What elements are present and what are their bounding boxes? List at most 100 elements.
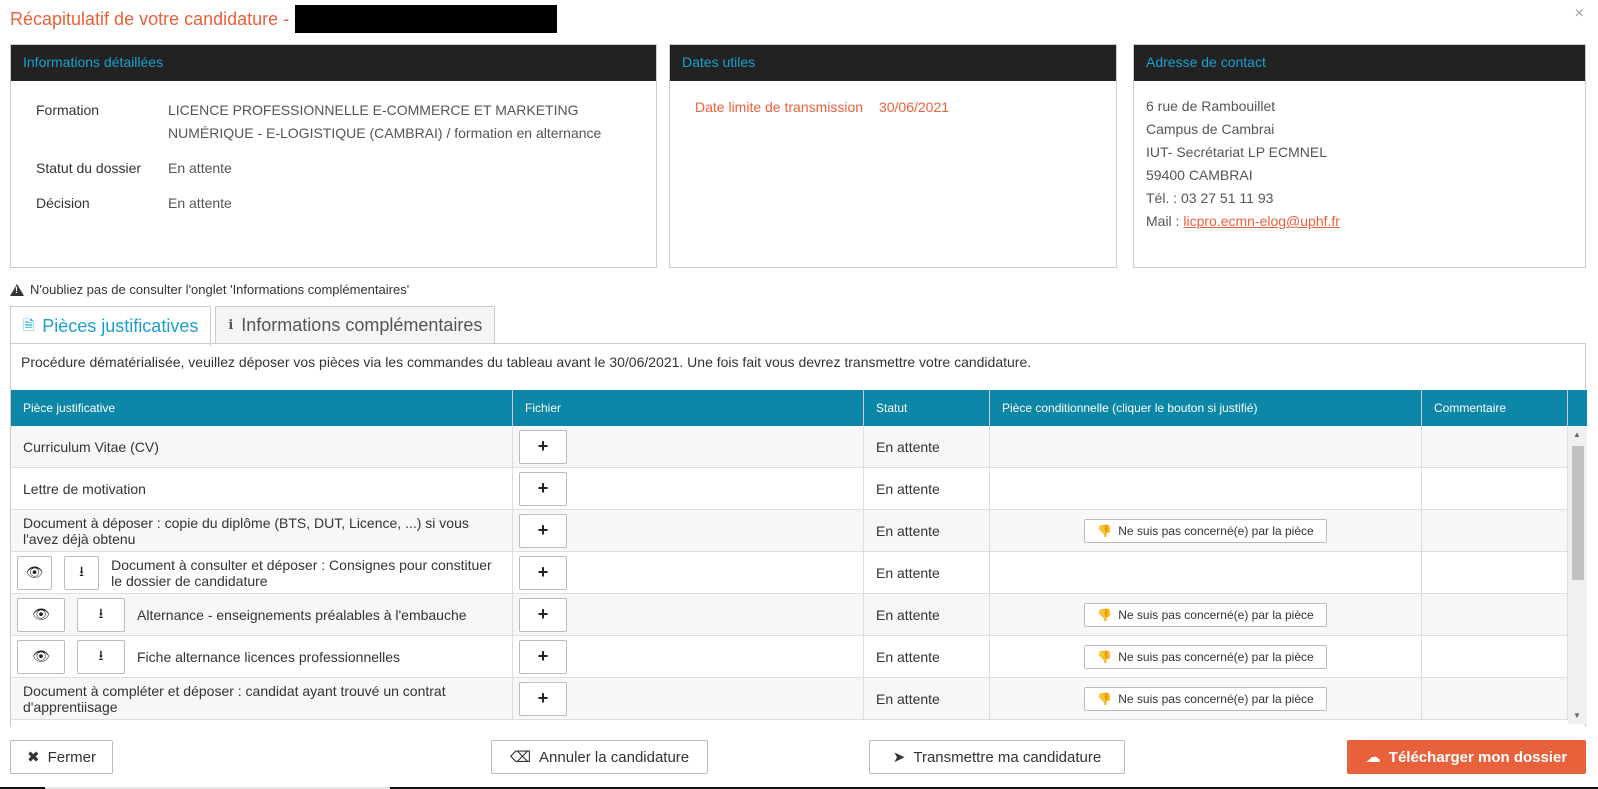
dates-panel-heading: Dates utiles: [670, 45, 1116, 81]
cloud-download-icon: ☁: [1365, 749, 1381, 766]
download-icon: ⭳: [98, 646, 104, 663]
page-title-text: Récapitulatif de votre candidature -: [10, 8, 290, 29]
eye-icon: 👁: [32, 648, 50, 664]
comment-cell: [1422, 636, 1568, 677]
info-value: LICENCE PROFESSIONNELLE E-COMMERCE ET MA…: [168, 102, 602, 141]
download-dossier-button[interactable]: ☁ Télécharger mon dossier: [1347, 740, 1586, 774]
address-line: Tél. : 03 27 51 11 93: [1146, 190, 1274, 206]
not-concerned-label: Ne suis pas concerné(e) par la pièce: [1118, 523, 1314, 538]
contact-panel-heading: Adresse de contact: [1134, 45, 1585, 81]
download-icon: ⭳: [98, 604, 104, 621]
close-button-label: Fermer: [47, 748, 96, 766]
add-file-button[interactable]: +: [519, 429, 567, 464]
table-row: 👁 ⭳ Alternance - enseignements préalable…: [11, 594, 1587, 636]
doc-label: Alternance - enseignements préalables à …: [137, 606, 467, 623]
info-value: En attente: [168, 195, 232, 211]
conditional-cell: [990, 552, 1422, 593]
not-concerned-label: Ne suis pas concerné(e) par la pièce: [1118, 649, 1314, 664]
column-header: Statut: [864, 390, 990, 426]
doc-status: En attente: [864, 426, 990, 467]
cancel-button-label: Annuler la candidature: [539, 748, 690, 766]
info-row-formation: Formation LICENCE PROFESSIONNELLE E-COMM…: [36, 99, 656, 145]
column-header: Pièce justificative: [11, 390, 513, 426]
submit-application-button[interactable]: ➤ Transmettre ma candidature: [869, 740, 1125, 774]
view-button[interactable]: 👁: [17, 639, 65, 674]
doc-label: Fiche alternance licences professionnell…: [137, 648, 401, 665]
contact-panel: Adresse de contact 6 rue de Rambouillet …: [1133, 44, 1586, 268]
deadline-label: Date limite de transmission: [695, 99, 864, 115]
not-concerned-button[interactable]: 👎 Ne suis pas concerné(e) par la pièce: [1084, 518, 1327, 543]
mail-link[interactable]: licpro.ecmn-elog@uphf.fr: [1183, 213, 1340, 229]
scroll-gutter: [1568, 390, 1587, 426]
doc-status: En attente: [864, 510, 990, 551]
address-line: IUT- Secrétariat LP ECMNEL: [1146, 144, 1328, 160]
tab-label: Informations complémentaires: [241, 315, 483, 335]
doc-status: En attente: [864, 468, 990, 509]
info-value: En attente: [168, 160, 232, 176]
column-header: Pièce conditionnelle (cliquer le bouton …: [990, 390, 1422, 426]
info-row-status: Statut du dossier En attente: [36, 157, 656, 180]
download-button[interactable]: ⭳: [64, 555, 100, 590]
add-file-button[interactable]: +: [519, 597, 567, 632]
column-header: Fichier: [513, 390, 864, 426]
add-file-button[interactable]: +: [519, 681, 567, 716]
warning-icon: [10, 283, 24, 296]
thumbs-down-icon: 👎: [1097, 523, 1113, 538]
download-button[interactable]: ⭳: [77, 639, 125, 674]
add-file-button[interactable]: +: [519, 471, 567, 506]
column-header: Commentaire: [1422, 390, 1568, 426]
mail-label: Mail :: [1146, 213, 1180, 229]
not-concerned-label: Ne suis pas concerné(e) par la pièce: [1118, 607, 1314, 622]
tab-pieces-justificatives[interactable]: 🗎 Pièces justificatives: [10, 306, 212, 346]
deadline-row: Date limite de transmission 30/06/2021: [695, 99, 1116, 115]
not-concerned-button[interactable]: 👎 Ne suis pas concerné(e) par la pièce: [1084, 644, 1327, 669]
doc-label: Curriculum Vitae (CV): [11, 426, 513, 467]
not-concerned-button[interactable]: 👎 Ne suis pas concerné(e) par la pièce: [1084, 686, 1327, 711]
scroll-thumb[interactable]: [1572, 446, 1584, 580]
table-body: Curriculum Vitae (CV) + En attente Lettr…: [11, 426, 1587, 720]
add-file-button[interactable]: +: [519, 639, 567, 674]
doc-status: En attente: [864, 594, 990, 635]
download-button[interactable]: ⭳: [77, 597, 125, 632]
tab-content-pieces: Procédure dématérialisée, veuillez dépos…: [10, 343, 1587, 727]
conditional-cell: [990, 426, 1422, 467]
details-panel-heading: Informations détaillées: [11, 45, 656, 81]
address-line: 59400 CAMBRAI: [1146, 167, 1253, 183]
add-file-button[interactable]: +: [519, 555, 567, 590]
thumbs-down-icon: 👎: [1097, 691, 1113, 706]
table-row: 👁 ⭳ Fiche alternance licences profession…: [11, 636, 1587, 678]
tab-informations-complementaires[interactable]: i Informations complémentaires: [215, 306, 496, 344]
doc-label: Document à compléter et déposer : candid…: [23, 682, 446, 715]
deadline-value: 30/06/2021: [878, 99, 950, 115]
add-file-button[interactable]: +: [519, 513, 567, 548]
contact-address: 6 rue de Rambouillet Campus de Cambrai I…: [1146, 95, 1585, 233]
details-panel: Informations détaillées Formation LICENC…: [10, 44, 657, 268]
close-button[interactable]: ✖ Fermer: [10, 740, 113, 774]
cancel-application-button[interactable]: ⌫ Annuler la candidature: [491, 740, 708, 774]
comment-cell: [1422, 426, 1568, 467]
dates-panel: Dates utiles Date limite de transmission…: [669, 44, 1117, 268]
documents-table: Pièce justificative Fichier Statut Pièce…: [11, 390, 1587, 724]
mail-line: Mail : licpro.ecmn-elog@uphf.fr: [1146, 210, 1585, 233]
thumbs-down-icon: 👎: [1097, 607, 1113, 622]
close-icon[interactable]: ×: [1575, 5, 1584, 23]
view-button[interactable]: 👁: [17, 597, 65, 632]
doc-status: En attente: [864, 552, 990, 593]
doc-status: En attente: [864, 678, 990, 719]
info-row-decision: Décision En attente: [36, 192, 656, 215]
scroll-down-icon[interactable]: ▼: [1573, 711, 1581, 720]
address-line: 6 rue de Rambouillet: [1146, 98, 1276, 114]
close-icon: ✖: [27, 749, 40, 766]
not-concerned-button[interactable]: 👎 Ne suis pas concerné(e) par la pièce: [1084, 602, 1327, 627]
eye-icon: 👁: [32, 606, 50, 622]
doc-label: Document à déposer : copie du diplôme (B…: [23, 514, 469, 547]
doc-label: Lettre de motivation: [11, 468, 513, 509]
notice-text: N'oubliez pas de consulter l'onglet 'Inf…: [30, 282, 410, 297]
comment-cell: [1422, 510, 1568, 551]
view-button[interactable]: 👁: [17, 555, 53, 590]
not-concerned-label: Ne suis pas concerné(e) par la pièce: [1118, 691, 1314, 706]
submit-button-label: Transmettre ma candidature: [913, 748, 1102, 766]
table-scrollbar[interactable]: ▲ ▼: [1568, 426, 1587, 724]
scroll-up-icon[interactable]: ▲: [1573, 430, 1581, 439]
tabs: 🗎 Pièces justificatives i Informations c…: [10, 306, 499, 346]
